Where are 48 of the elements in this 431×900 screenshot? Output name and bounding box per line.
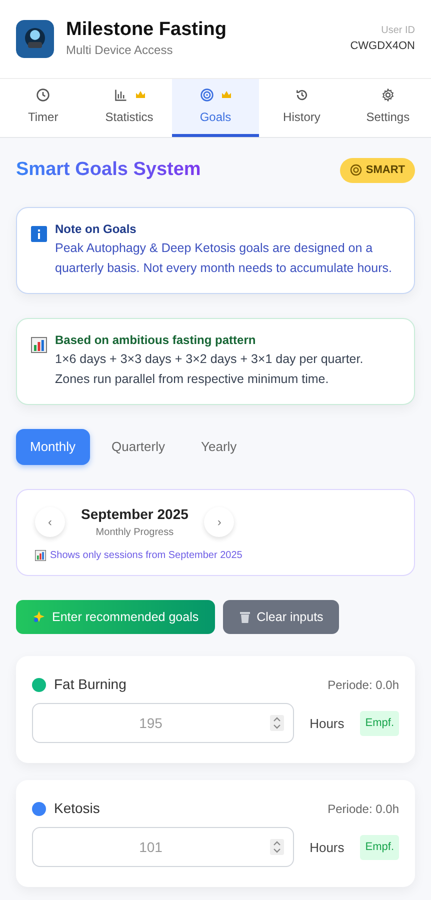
bar-chart-icon [35,550,46,560]
trash-icon [238,610,251,624]
zone-name: Fat Burning [54,675,126,694]
period-total: Periode: 0.0h [328,800,399,818]
app-logo-icon [16,20,54,58]
note-title: Based on ambitious fasting pattern [55,332,257,349]
info-icon [31,226,47,242]
note-title: Note on Goals [55,220,138,238]
bar-chart-icon [31,337,47,354]
spinner-icon[interactable] [270,715,284,732]
unit-label: Hours [310,838,344,856]
target-icon [200,88,214,102]
user-id: CWGDX4ON [350,39,415,54]
period-total: Periode: 0.0h [328,676,399,694]
unit-label: Hours [310,714,344,732]
bar-chart-icon [114,88,128,102]
zone-name: Ketosis [54,799,100,818]
period-subtitle: Monthly Progress [94,526,175,540]
nav-tab[interactable]: Timer [0,79,86,137]
app-subtitle: Multi Device Access [66,42,174,60]
period-tab[interactable]: Quarterly [98,429,179,464]
note-text: 1×6 days + 3×3 days + 3×2 days + 3×1 day per quarter. Zones run parallel from respective minimum time. [55,350,364,388]
nav-tab[interactable]: History [258,79,345,137]
target-icon [350,164,362,176]
nav-tab[interactable]: Statistics [86,79,172,137]
history-icon [294,88,309,102]
period-hint: Shows only sessions from September 2025 [50,548,242,562]
period-title: September 2025 [81,504,188,524]
previous-button[interactable]: ‹ [35,506,65,536]
app-title: Milestone Fasting [66,18,228,42]
nav-tab[interactable]: Goals [172,79,259,137]
hours-input-field[interactable]: 195 [32,703,294,744]
period-tab[interactable]: Yearly [187,429,251,464]
settings-icon [380,88,395,102]
spinner-icon[interactable] [270,839,284,856]
sparkle-icon [32,610,46,624]
user-id-label: User ID [380,24,415,38]
period-tab[interactable]: Monthly [16,429,90,464]
clock-icon [36,88,50,102]
hours-input-field[interactable]: 101 [32,827,294,868]
smart-badge: SMART [340,158,415,182]
recommend-tag[interactable]: Empf. [360,711,399,736]
note-text: Peak Autophagy & Deep Ketosis goals are designed on a quarterly basis. Not every month needs to accumulate hours. [55,240,393,278]
next-button[interactable]: › [204,506,234,536]
recommend-button[interactable]: Enter recommended goals [16,600,215,634]
nav-tab[interactable]: Settings [344,79,431,137]
clear-button[interactable]: Clear inputs [222,600,340,634]
recommend-tag[interactable]: Empf. [360,835,399,860]
